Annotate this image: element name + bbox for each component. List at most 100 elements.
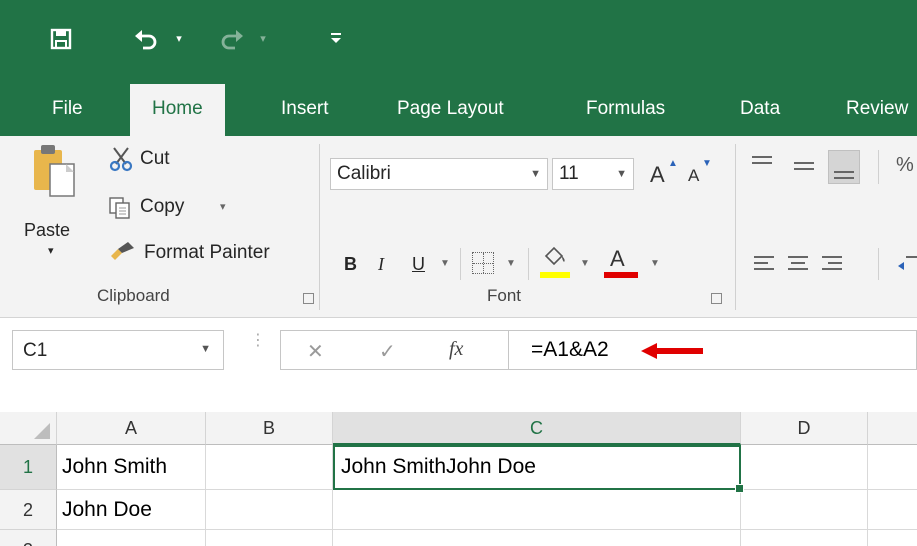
- cancel-icon[interactable]: ✕: [307, 339, 324, 364]
- increase-arrow-icon: ▲: [668, 158, 678, 169]
- font-size-combo[interactable]: 11 ▼: [552, 158, 634, 190]
- italic-button[interactable]: I: [378, 254, 384, 275]
- select-all-button[interactable]: [0, 412, 57, 445]
- decrease-font-size-button[interactable]: A ▼: [684, 158, 718, 192]
- font-divider: [528, 248, 529, 280]
- save-icon[interactable]: [46, 24, 76, 54]
- column-header-a[interactable]: A: [57, 412, 206, 445]
- cell-d3[interactable]: [741, 530, 868, 546]
- paint-bucket-icon: [544, 246, 565, 266]
- row-header-2[interactable]: 2: [0, 490, 57, 530]
- tab-home[interactable]: Home: [130, 84, 225, 136]
- redo-icon[interactable]: [218, 24, 248, 54]
- active-cell-border: [333, 445, 741, 490]
- row-header-1[interactable]: 1: [0, 445, 57, 490]
- increase-font-size-button[interactable]: A ▲: [646, 158, 680, 192]
- redo-dropdown-icon[interactable]: ▾: [256, 30, 270, 46]
- cell-a2[interactable]: John Doe: [57, 490, 206, 530]
- font-divider: [460, 248, 461, 280]
- align-right-icon[interactable]: [822, 254, 844, 274]
- fill-color-dropdown-icon[interactable]: ▼: [580, 258, 590, 269]
- formula-input[interactable]: =A1&A2: [508, 330, 917, 370]
- column-header-e[interactable]: [868, 412, 917, 445]
- cut-label: Cut: [140, 148, 170, 169]
- red-arrow-icon: [641, 343, 703, 359]
- column-header-d[interactable]: D: [741, 412, 868, 445]
- tab-review[interactable]: Review: [846, 98, 908, 120]
- font-group-label: Font: [487, 286, 522, 305]
- ribbon: Paste ▾ Cut Copy ▾ Format Painter Clipbo…: [0, 136, 917, 318]
- decrease-indent-icon[interactable]: [898, 254, 917, 274]
- ribbon-tabs: File Home Insert Page Layout Formulas Da…: [0, 78, 917, 136]
- tab-formulas[interactable]: Formulas: [586, 98, 665, 120]
- tab-page-layout[interactable]: Page Layout: [397, 98, 504, 120]
- orientation-icon[interactable]: %: [896, 154, 914, 177]
- row-header-3[interactable]: 3: [0, 530, 57, 546]
- cell-a3[interactable]: [57, 530, 206, 546]
- undo-dropdown-icon[interactable]: ▾: [172, 30, 186, 46]
- cell-d2[interactable]: [741, 490, 868, 530]
- column-header-b[interactable]: B: [206, 412, 333, 445]
- paste-button[interactable]: Paste ▾: [24, 142, 84, 262]
- customize-qat-icon[interactable]: [326, 28, 346, 48]
- copy-button[interactable]: Copy ▾: [108, 190, 238, 224]
- undo-icon[interactable]: [130, 24, 160, 54]
- cell-d1[interactable]: [741, 445, 868, 490]
- increase-font-icon: A: [650, 162, 665, 187]
- center-icon[interactable]: [788, 254, 810, 274]
- enter-icon[interactable]: ✓: [379, 339, 396, 364]
- name-box-dropdown-icon[interactable]: ▼: [200, 343, 211, 355]
- formula-bar-buttons: ✕ ✓ fx: [280, 330, 508, 370]
- column-header-c[interactable]: C: [333, 412, 741, 445]
- fill-color-button[interactable]: [540, 246, 570, 280]
- tab-insert[interactable]: Insert: [281, 98, 329, 120]
- cell-b2[interactable]: [206, 490, 333, 530]
- cell-a1[interactable]: John Smith: [57, 445, 206, 490]
- select-all-triangle-icon: [34, 423, 50, 439]
- bottom-align-icon[interactable]: [828, 150, 860, 184]
- cell-b3[interactable]: [206, 530, 333, 546]
- tab-data[interactable]: Data: [740, 98, 780, 120]
- font-color-swatch: [604, 272, 638, 278]
- middle-align-icon[interactable]: [794, 154, 816, 176]
- group-divider: [319, 144, 320, 310]
- cut-button[interactable]: Cut: [108, 142, 198, 176]
- font-color-icon: A: [610, 246, 625, 271]
- align-left-icon[interactable]: [754, 254, 776, 274]
- top-align-icon[interactable]: [752, 154, 774, 176]
- alignment-divider: [878, 150, 879, 184]
- copy-icon: [109, 197, 130, 219]
- decrease-arrow-icon: ▼: [702, 158, 712, 169]
- cell-c2[interactable]: [333, 490, 741, 530]
- cell-e2[interactable]: [868, 490, 917, 530]
- format-painter-label: Format Painter: [144, 242, 270, 263]
- format-painter-button[interactable]: Format Painter: [108, 236, 308, 270]
- borders-icon[interactable]: [472, 252, 494, 274]
- font-color-button[interactable]: A: [604, 246, 638, 280]
- font-name-dropdown-icon[interactable]: ▼: [530, 168, 541, 180]
- font-color-dropdown-icon[interactable]: ▼: [650, 258, 660, 269]
- borders-dropdown-icon[interactable]: ▼: [506, 258, 516, 269]
- insert-function-icon[interactable]: fx: [449, 338, 463, 361]
- bold-button[interactable]: B: [344, 254, 357, 275]
- fill-handle[interactable]: [735, 484, 744, 493]
- font-size-dropdown-icon[interactable]: ▼: [616, 168, 627, 180]
- decrease-font-icon: A: [688, 166, 700, 185]
- copy-dropdown-icon[interactable]: ▾: [220, 200, 226, 213]
- highlight-color-swatch: [540, 272, 570, 278]
- font-dialog-launcher-icon[interactable]: [711, 293, 722, 304]
- copy-label: Copy: [140, 196, 185, 217]
- clipboard-dialog-launcher-icon[interactable]: [303, 293, 314, 304]
- group-divider: [735, 144, 736, 310]
- cell-e1[interactable]: [868, 445, 917, 490]
- font-name-combo[interactable]: Calibri ▼: [330, 158, 548, 190]
- underline-dropdown-icon[interactable]: ▼: [440, 258, 450, 269]
- underline-button[interactable]: U: [412, 254, 425, 275]
- tab-file[interactable]: File: [52, 98, 83, 120]
- paste-label: Paste: [24, 220, 71, 240]
- font-name-value: Calibri: [337, 163, 391, 184]
- formula-bar-grip-icon[interactable]: ⋮: [250, 333, 266, 349]
- cell-b1[interactable]: [206, 445, 333, 490]
- cell-c3[interactable]: [333, 530, 741, 546]
- name-box[interactable]: C1 ▼: [12, 330, 224, 370]
